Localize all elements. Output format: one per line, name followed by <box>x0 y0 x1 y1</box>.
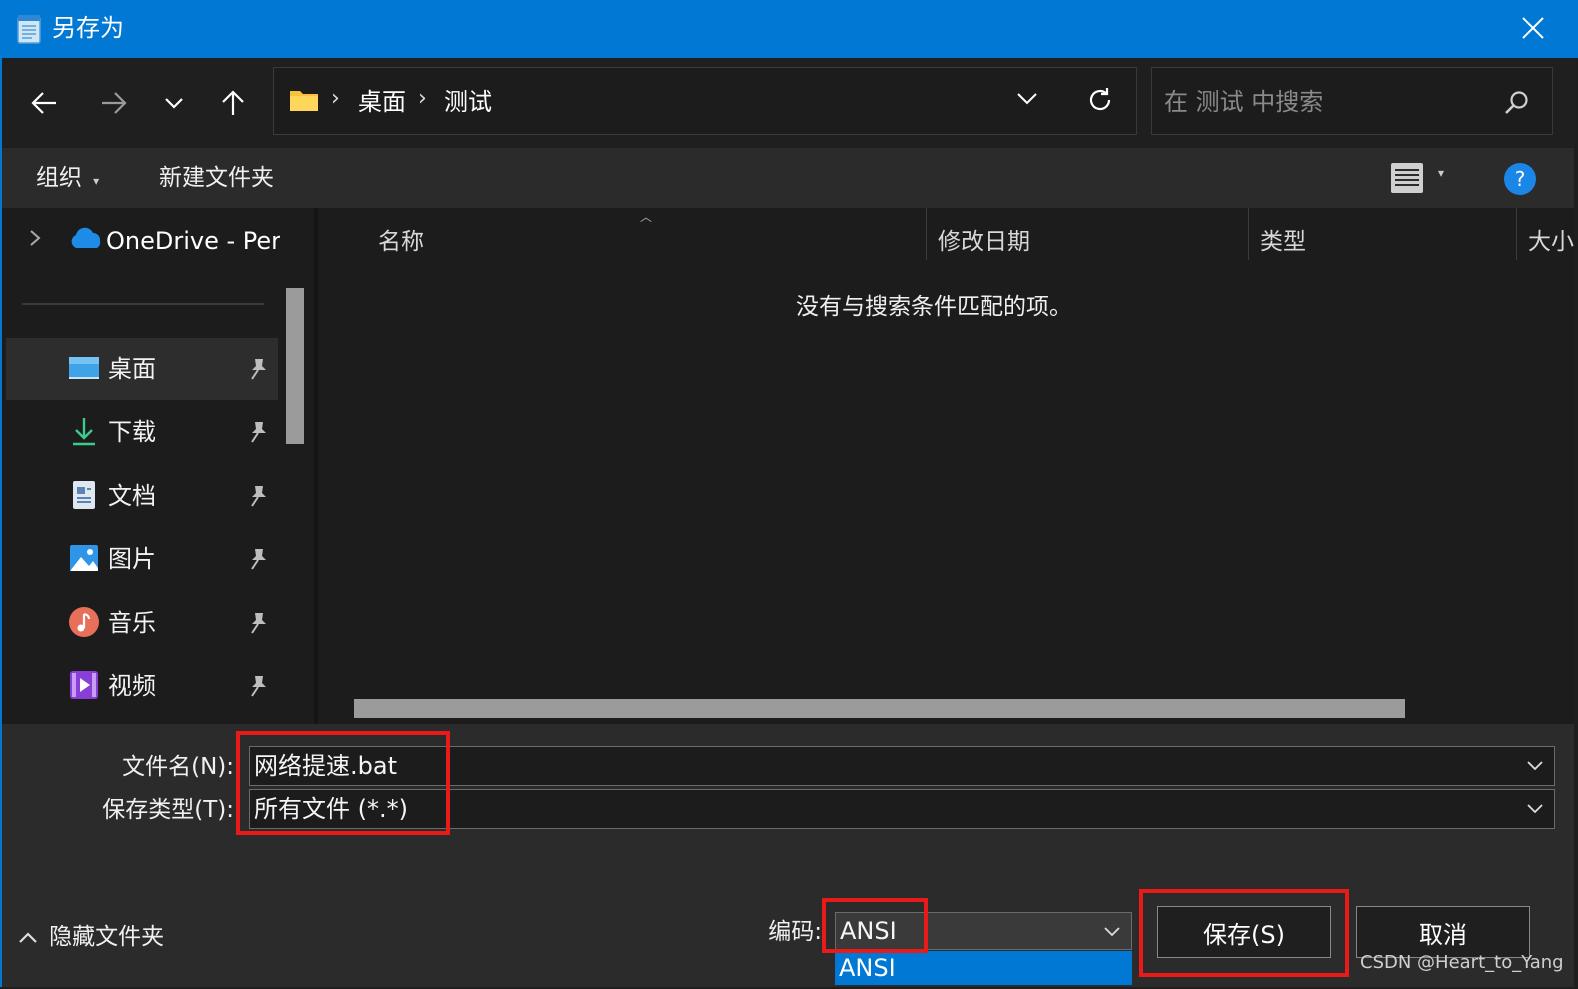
view-options-button[interactable]: ▾ <box>1390 160 1454 196</box>
column-divider[interactable] <box>926 208 927 260</box>
address-history-dropdown[interactable] <box>1016 90 1046 114</box>
chevron-down-icon <box>1017 93 1037 105</box>
sidebar-scrollbar-thumb[interactable] <box>286 288 304 444</box>
video-icon <box>70 671 98 699</box>
svg-text:?: ? <box>1515 167 1526 191</box>
new-folder-button[interactable]: 新建文件夹 <box>159 162 274 194</box>
breadcrumb-test[interactable]: 测试 <box>444 86 492 118</box>
column-header-modified[interactable]: 修改日期 <box>938 226 1030 258</box>
caret-down-icon: ▾ <box>93 174 100 188</box>
chevron-up-icon <box>19 932 37 943</box>
title-bar <box>0 0 1578 58</box>
caret-down-icon: ▾ <box>1438 166 1445 180</box>
pin-icon[interactable] <box>246 610 270 636</box>
column-header-name[interactable]: 名称 <box>378 226 424 258</box>
organize-menu[interactable]: 组织 ▾ <box>36 162 99 194</box>
empty-state-message: 没有与搜索条件匹配的项。 <box>796 294 1072 320</box>
folder-icon <box>290 91 318 111</box>
chevron-down-icon[interactable] <box>1526 757 1544 775</box>
close-button[interactable] <box>1506 8 1560 48</box>
highlight-box <box>236 731 450 835</box>
cancel-button[interactable]: 取消 <box>1356 906 1530 958</box>
pin-icon[interactable] <box>246 673 270 699</box>
divider <box>22 303 264 305</box>
help-icon: ? <box>1504 163 1536 195</box>
window-title: 另存为 <box>52 14 124 42</box>
column-header-size[interactable]: 大小 <box>1528 226 1574 258</box>
highlight-box <box>1139 889 1349 977</box>
search-icon <box>1504 90 1530 120</box>
pin-icon[interactable] <box>246 419 270 445</box>
document-icon <box>73 481 95 509</box>
filetype-label: 保存类型(T): <box>102 797 234 823</box>
sidebar-item-videos[interactable]: 视频 <box>6 655 278 717</box>
chevron-down-icon <box>165 98 183 109</box>
notepad-icon <box>16 14 42 44</box>
column-divider[interactable] <box>1248 208 1249 260</box>
column-divider[interactable] <box>1516 208 1517 260</box>
sidebar-item-desktop[interactable]: 桌面 <box>6 338 278 400</box>
watermark: CSDN @Heart_to_Yang <box>1360 952 1564 973</box>
back-button[interactable] <box>20 79 68 127</box>
pin-icon[interactable] <box>246 546 270 572</box>
hide-folders-toggle[interactable]: 隐藏文件夹 <box>18 921 164 953</box>
search-box[interactable] <box>1151 67 1553 135</box>
file-list: ︿ 名称 修改日期 类型 大小 没有与搜索条件匹配的项。 <box>318 208 1574 724</box>
chevron-down-icon[interactable] <box>1103 923 1121 941</box>
chevron-down-icon[interactable] <box>1526 800 1544 818</box>
expand-chevron-icon[interactable] <box>28 228 42 252</box>
address-bar[interactable]: › 桌面 › 测试 <box>273 67 1137 135</box>
sidebar-item-downloads[interactable]: 下载 <box>6 401 278 463</box>
pictures-icon <box>70 545 98 571</box>
refresh-button[interactable] <box>1086 86 1116 116</box>
search-input[interactable] <box>1162 82 1496 122</box>
help-button[interactable]: ? <box>1503 162 1537 196</box>
up-button[interactable] <box>209 79 257 127</box>
refresh-icon <box>1089 88 1111 111</box>
arrow-left-icon <box>31 92 56 114</box>
navigation-pane: OneDrive - Per 桌面 下载 文档 图片 音乐 视频 <box>2 208 314 724</box>
horizontal-scrollbar-thumb[interactable] <box>354 699 1405 718</box>
arrow-right-icon <box>102 92 127 114</box>
organize-label: 组织 <box>36 165 82 191</box>
sidebar-item-documents[interactable]: 文档 <box>6 465 278 527</box>
close-icon <box>1522 17 1544 39</box>
sort-ascending-icon: ︿ <box>640 210 653 224</box>
column-header-type[interactable]: 类型 <box>1260 226 1306 258</box>
sidebar-item-pictures[interactable]: 图片 <box>6 528 278 590</box>
highlight-box <box>822 898 928 953</box>
sidebar-item-music[interactable]: 音乐 <box>6 592 278 654</box>
list-view-icon <box>1391 163 1423 193</box>
sidebar-item-onedrive[interactable]: OneDrive - Per <box>106 224 280 258</box>
recent-locations-button[interactable] <box>150 79 198 127</box>
breadcrumb-separator: › <box>331 86 340 111</box>
pin-icon[interactable] <box>246 356 270 382</box>
desktop-icon <box>69 357 99 379</box>
filename-label: 文件名(N): <box>122 754 234 780</box>
download-icon <box>73 418 95 446</box>
music-icon <box>69 607 99 637</box>
pin-icon[interactable] <box>246 483 270 509</box>
hide-folders-label: 隐藏文件夹 <box>49 924 165 950</box>
onedrive-icon <box>68 226 102 254</box>
forward-button[interactable] <box>90 79 138 127</box>
arrow-up-icon <box>222 90 244 115</box>
breadcrumb-separator: › <box>418 86 427 111</box>
encoding-dropdown-option[interactable]: ANSI <box>835 951 1132 985</box>
breadcrumb-desktop[interactable]: 桌面 <box>358 86 406 118</box>
encoding-label: 编码: <box>768 919 822 945</box>
